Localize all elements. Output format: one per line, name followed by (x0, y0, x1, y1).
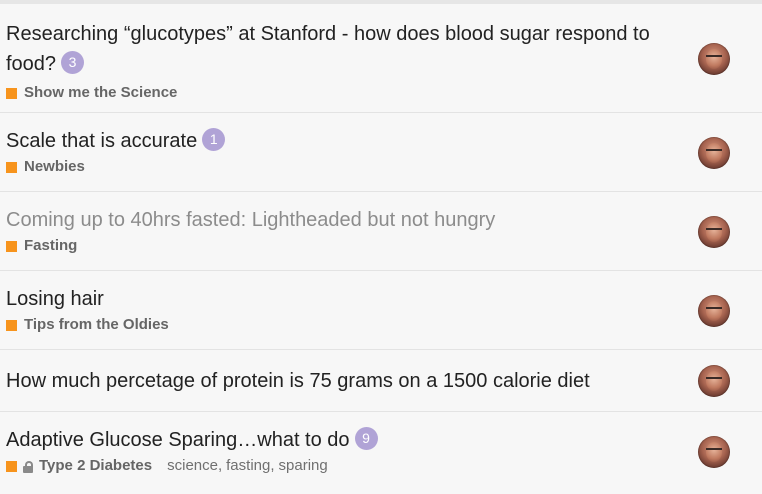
topic-title-link[interactable]: Researching “glucotypes” at Stanford - h… (6, 23, 650, 75)
topic-list: Researching “glucotypes” at Stanford - h… (0, 4, 762, 491)
user-avatar[interactable] (698, 365, 730, 397)
user-avatar[interactable] (698, 436, 730, 468)
topic-row: Researching “glucotypes” at Stanford - h… (0, 4, 762, 113)
tag-link[interactable]: science (167, 457, 218, 474)
category-color-square (6, 319, 17, 331)
tag-link[interactable]: fasting (226, 457, 270, 474)
avatar-glasses (706, 55, 722, 61)
category-color-square (6, 87, 17, 99)
avatar-glasses (706, 307, 722, 313)
topic-title-link[interactable]: Coming up to 40hrs fasted: Lightheaded b… (6, 209, 495, 231)
topic-title-link[interactable]: Losing hair (6, 288, 104, 310)
category-color-square (6, 161, 17, 173)
avatar-glasses (706, 149, 722, 155)
category-link[interactable]: Show me the Science (24, 84, 177, 102)
new-posts-badge[interactable]: 3 (61, 51, 85, 74)
topic-title-link[interactable]: How much percetage of protein is 75 gram… (6, 370, 590, 392)
topic-meta: Type 2 Diabetes science, fasting, sparing (6, 457, 652, 475)
category-link[interactable]: Type 2 Diabetes (39, 457, 152, 475)
avatar-glasses (706, 228, 722, 234)
category-link[interactable]: Tips from the Oldies (24, 316, 169, 334)
topic-row: Scale that is accurate 1 Newbies (0, 113, 762, 192)
user-avatar[interactable] (698, 216, 730, 248)
avatar-glasses (706, 448, 722, 454)
user-avatar[interactable] (698, 295, 730, 327)
lock-icon (23, 460, 33, 473)
category-color-square (6, 460, 17, 472)
new-posts-badge[interactable]: 9 (354, 427, 378, 450)
tag-list: science, fasting, sparing (167, 457, 328, 475)
avatar-glasses (706, 377, 722, 383)
topic-title-link[interactable]: Adaptive Glucose Sparing…what to do (6, 429, 350, 451)
topic-row: Losing hair Tips from the Oldies (0, 271, 762, 350)
tag-link[interactable]: sparing (279, 457, 328, 474)
tag-separator: , (270, 457, 275, 474)
topic-row: Adaptive Glucose Sparing…what to do 9 Typ… (0, 412, 762, 491)
tag-separator: , (217, 457, 223, 474)
user-avatar[interactable] (698, 43, 730, 75)
topic-row: How much percetage of protein is 75 gram… (0, 350, 762, 412)
new-posts-badge[interactable]: 1 (202, 128, 226, 151)
topic-row: Coming up to 40hrs fasted: Lightheaded b… (0, 192, 762, 271)
topic-meta: Show me the Science (6, 84, 652, 102)
topic-meta: Fasting (6, 237, 652, 255)
category-link[interactable]: Fasting (24, 237, 77, 255)
user-avatar[interactable] (698, 137, 730, 169)
category-link[interactable]: Newbies (24, 158, 85, 176)
topic-title-link[interactable]: Scale that is accurate (6, 130, 197, 152)
topic-meta: Tips from the Oldies (6, 316, 652, 334)
category-color-square (6, 240, 17, 252)
topic-meta: Newbies (6, 158, 652, 176)
